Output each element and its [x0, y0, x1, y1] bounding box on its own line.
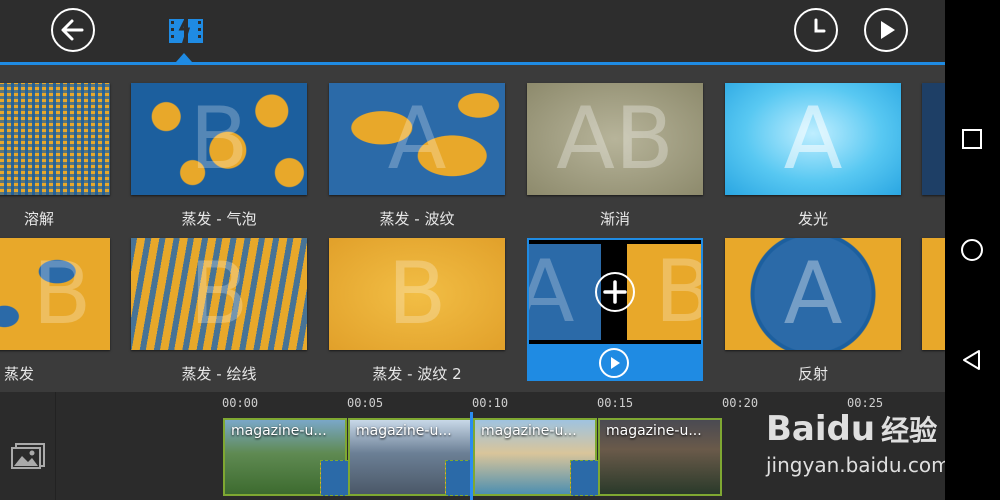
back-arrow-icon	[61, 19, 84, 41]
timecode: 00:05	[347, 396, 384, 410]
watermark: Baidu 经验 jingyan.baidu.com	[766, 410, 945, 478]
plus-icon	[603, 280, 627, 304]
transition-thumb-evaporate-ripple[interactable]: A	[329, 83, 505, 195]
transition-thumb-reflect[interactable]: A	[725, 238, 901, 350]
transition-label: 反射	[797, 365, 828, 383]
transition-thumb-dissolve[interactable]	[0, 83, 110, 195]
media-library-button[interactable]	[10, 442, 46, 470]
transition-label: 渐消	[599, 210, 630, 228]
thumb-letter: B	[387, 244, 447, 344]
back-nav-button[interactable]	[957, 345, 987, 375]
thumb-letter: A	[387, 89, 447, 189]
timecode: 00:10	[472, 396, 509, 410]
clock-icon	[814, 18, 826, 33]
transition-thumb-evaporate-bubble[interactable]: B	[131, 83, 307, 195]
transition-label: 溶解	[23, 210, 54, 228]
thumb-letter: A	[783, 89, 843, 189]
playhead[interactable]	[470, 412, 473, 500]
preview-play-button[interactable]	[864, 8, 908, 52]
clip-title: magazine-u...	[231, 423, 327, 439]
home-button[interactable]	[957, 235, 987, 265]
transition-label: 发光	[797, 210, 828, 228]
circle-icon	[961, 239, 983, 261]
transition-tab[interactable]	[166, 14, 206, 46]
timer-button[interactable]	[794, 8, 838, 52]
timecode: 00:25	[847, 396, 884, 410]
thumb-letter: B	[32, 244, 92, 344]
square-icon	[962, 129, 982, 149]
toolbar-divider	[0, 62, 945, 65]
transition-thumb-evaporate[interactable]: B	[0, 238, 110, 350]
play-icon	[611, 357, 620, 369]
transition-thumb-evaporate-line[interactable]: B	[131, 238, 307, 350]
timecode: 00:15	[597, 396, 634, 410]
watermark-url: jingyan.baidu.com	[766, 453, 945, 477]
timecode: 00:20	[722, 396, 759, 410]
tab-indicator	[176, 53, 192, 62]
watermark-brand: Baidu	[766, 409, 876, 449]
selected-play-button[interactable]	[599, 348, 629, 378]
transition-label: 蒸发 - 绘线	[181, 365, 257, 383]
transition-label: 蒸发 - 气泡	[181, 210, 257, 228]
thumb-letter: A	[783, 244, 843, 344]
thumb-letter: B	[654, 242, 702, 342]
video-editor-app: B A AB A 溶解 蒸发 - 气泡 蒸发 - 波纹 渐消 发光 B B B	[0, 0, 945, 500]
film-transition-icon	[169, 14, 203, 46]
clip-title: magazine-u...	[481, 423, 577, 439]
system-nav-bar	[945, 0, 1000, 500]
thumb-letter: B	[189, 244, 249, 344]
add-transition-button[interactable]	[595, 272, 635, 312]
thumb-letter: AB	[556, 89, 674, 189]
transition-label: 蒸发 - 波纹 2	[372, 365, 462, 383]
triangle-back-icon	[963, 350, 980, 370]
transition-label: 蒸发	[3, 365, 34, 383]
back-button[interactable]	[51, 8, 95, 52]
top-toolbar	[0, 0, 945, 62]
transition-thumb-partial[interactable]	[922, 83, 945, 195]
transition-thumb-glow[interactable]: A	[725, 83, 901, 195]
transition-selected[interactable]: A B	[527, 238, 703, 381]
watermark-brand-cn: 经验	[881, 414, 938, 447]
timeline-divider	[55, 392, 56, 500]
play-icon	[881, 21, 895, 39]
media-library-icon	[11, 443, 45, 469]
thumb-letter: A	[529, 242, 575, 342]
transition-thumb-partial[interactable]	[922, 238, 945, 350]
clip-title: magazine-u...	[356, 423, 452, 439]
transition-thumb-evaporate-ripple-2[interactable]: B	[329, 238, 505, 350]
selected-preview: A B	[529, 240, 701, 344]
clip-title: magazine-u...	[606, 423, 702, 439]
thumb-letter: B	[189, 89, 249, 189]
timecode: 00:00	[222, 396, 259, 410]
transition-thumb-fade[interactable]: AB	[527, 83, 703, 195]
timeline-clip[interactable]: magazine-u...	[598, 418, 722, 496]
recents-button[interactable]	[957, 124, 987, 154]
transition-label: 蒸发 - 波纹	[379, 210, 455, 228]
